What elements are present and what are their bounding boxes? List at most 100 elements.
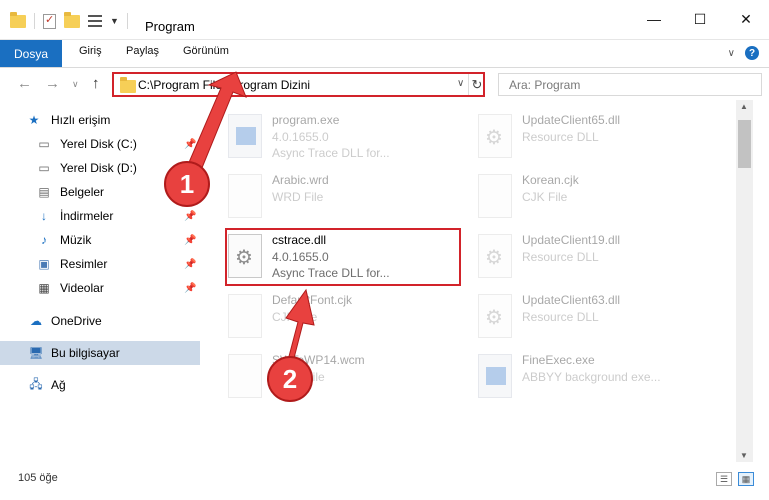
pin-icon[interactable]: 📌 — [184, 283, 196, 294]
window-controls: — ☐ ✕ — [631, 0, 769, 38]
pin-icon[interactable]: 📌 — [184, 211, 196, 222]
file-name: Korean.cjk — [522, 173, 579, 187]
sidebar-item-local-disk-d[interactable]: ▭ Yerel Disk (D:) — [0, 156, 200, 180]
divider — [126, 13, 128, 29]
customize-toolbar-chevron-icon[interactable]: ▼ — [110, 16, 119, 26]
search-input[interactable]: Ara: Program — [498, 73, 762, 96]
tab-view[interactable]: Görünüm — [183, 45, 229, 57]
network-icon: 🖧 — [29, 376, 43, 391]
large-icons-view-icon[interactable]: ▦ — [738, 472, 754, 486]
sidebar-item-this-pc[interactable]: 🖥 Bu bilgisayar — [0, 341, 200, 365]
sidebar-item-quick-access[interactable]: ★ Hızlı erişim — [0, 108, 200, 132]
sidebar-item-music[interactable]: ♪ Müzik 📌 — [0, 228, 200, 252]
highlight-box — [225, 228, 461, 286]
sidebar-item-downloads[interactable]: ↓ İndirmeler 📌 — [0, 204, 200, 228]
properties-icon[interactable] — [43, 13, 56, 29]
sidebar-item-videos[interactable]: ▦ Videolar 📌 — [0, 276, 200, 300]
quick-access-toolbar: ▼ — [10, 11, 128, 29]
recent-locations-chevron-icon[interactable]: ∨ — [72, 79, 79, 90]
file-name: UpdateClient65.dll — [522, 113, 621, 127]
forward-button[interactable]: → — [45, 75, 60, 92]
file-name: program.exe — [272, 113, 340, 127]
file-item-program-exe[interactable]: program.exe 4.0.1655.0 Async Trace DLL f… — [200, 110, 440, 166]
exe-icon — [478, 354, 512, 398]
address-history-chevron-icon[interactable]: ∨ — [457, 78, 464, 89]
drive-icon: ▭ — [38, 161, 50, 175]
refresh-button[interactable]: ↻ — [468, 74, 485, 95]
window-title: Program — [145, 19, 195, 34]
pin-icon[interactable]: 📌 — [184, 139, 196, 150]
file-name: Arabic.wrd — [272, 173, 329, 187]
sidebar-item-label: Ağ — [51, 378, 66, 392]
file-name: UpdateClient19.dll — [522, 233, 621, 247]
folder-icon — [120, 77, 136, 93]
file-item-arabic-wrd[interactable]: Arabic.wrd WRD File — [200, 170, 440, 226]
dll-icon — [478, 234, 512, 278]
sidebar-item-label: Bu bilgisayar — [51, 346, 120, 360]
star-icon: ★ — [28, 113, 40, 127]
file-name: FineExec.exe — [522, 353, 595, 367]
cloud-icon: ☁ — [30, 314, 42, 328]
close-button[interactable]: ✕ — [723, 0, 769, 38]
scroll-down-arrow-icon[interactable]: ▼ — [740, 451, 748, 460]
pin-icon[interactable]: 📌 — [184, 235, 196, 246]
tab-home[interactable]: Giriş — [79, 45, 102, 57]
pin-icon[interactable]: 📌 — [184, 187, 196, 198]
file-type: ABBYY background exe... — [522, 370, 661, 384]
item-count: 105 öğe — [18, 472, 58, 484]
minimize-button[interactable]: — — [631, 0, 677, 38]
document-icon: ▤ — [38, 185, 50, 199]
file-type: CJK File — [522, 190, 568, 204]
expand-ribbon-chevron-icon[interactable]: ∨ — [728, 48, 735, 59]
back-button[interactable]: ← — [17, 75, 32, 92]
file-type: Resource DLL — [522, 250, 599, 264]
up-button[interactable]: ↑ — [92, 75, 100, 92]
sidebar-item-label: OneDrive — [51, 314, 102, 328]
details-view-icon[interactable]: ☰ — [716, 472, 732, 486]
address-field[interactable]: C:\Program Files\Program Dizini ∨ ↻ — [112, 72, 485, 97]
drive-icon: ▭ — [38, 137, 50, 151]
help-icon[interactable]: ? — [745, 46, 759, 60]
file-item-fineexec-exe[interactable]: FineExec.exe ABBYY background exe... — [450, 350, 690, 406]
divider — [34, 13, 35, 29]
sidebar-item-label: Videolar — [60, 281, 104, 295]
file-item-updateclient63-dll[interactable]: UpdateClient63.dll Resource DLL — [450, 290, 690, 346]
sidebar-item-documents[interactable]: ▤ Belgeler 📌 — [0, 180, 200, 204]
sidebar-item-onedrive[interactable]: ☁ OneDrive — [0, 309, 200, 333]
address-path[interactable]: C:\Program Files\Program Dizini — [138, 78, 310, 92]
new-folder-icon[interactable] — [64, 11, 80, 28]
status-bar: 105 öğe ☰ ▦ — [0, 466, 769, 500]
sidebar-item-pictures[interactable]: ▣ Resimler 📌 — [0, 252, 200, 276]
navigation-pane: ★ Hızlı erişim ▭ Yerel Disk (C:) 📌 ▭ Yer… — [0, 106, 200, 466]
sidebar-item-network[interactable]: 🖧 Ağ — [0, 373, 200, 397]
file-type: Resource DLL — [522, 130, 599, 144]
video-icon: ▦ — [38, 281, 50, 295]
exe-icon — [228, 114, 262, 158]
tab-share[interactable]: Paylaş — [126, 45, 159, 57]
file-item-defaultfont-cjk[interactable]: DefaultFont.cjk CJK File — [200, 290, 440, 346]
ribbon-tabs: Dosya Giriş Paylaş Görünüm ∨ ? — [0, 40, 769, 68]
music-icon: ♪ — [41, 233, 47, 247]
file-item-swtowp14-wcm[interactable]: SWToWP14.wcm WCM File — [200, 350, 440, 406]
sidebar-item-label: Yerel Disk (C:) — [60, 137, 137, 151]
file-icon — [228, 174, 262, 218]
file-type: WRD File — [272, 190, 324, 204]
folder-icon[interactable] — [10, 11, 26, 28]
vertical-scrollbar[interactable]: ▲ ▼ — [736, 100, 753, 462]
view-options-icon[interactable] — [88, 15, 102, 27]
maximize-button[interactable]: ☐ — [677, 0, 723, 38]
file-name: DefaultFont.cjk — [272, 293, 353, 307]
file-item-updateclient19-dll[interactable]: UpdateClient19.dll Resource DLL — [450, 230, 690, 286]
tab-file[interactable]: Dosya — [0, 40, 62, 67]
scroll-thumb[interactable] — [738, 120, 751, 168]
pictures-icon: ▣ — [38, 257, 50, 271]
file-icon — [478, 174, 512, 218]
sidebar-item-local-disk-c[interactable]: ▭ Yerel Disk (C:) 📌 — [0, 132, 200, 156]
sidebar-item-label: İndirmeler — [60, 209, 114, 223]
scroll-up-arrow-icon[interactable]: ▲ — [740, 102, 748, 111]
file-icon — [228, 354, 262, 398]
file-item-updateclient65-dll[interactable]: UpdateClient65.dll Resource DLL — [450, 110, 690, 166]
file-item-korean-cjk[interactable]: Korean.cjk CJK File — [450, 170, 690, 226]
file-type: WCM File — [272, 370, 325, 384]
pin-icon[interactable]: 📌 — [184, 259, 196, 270]
